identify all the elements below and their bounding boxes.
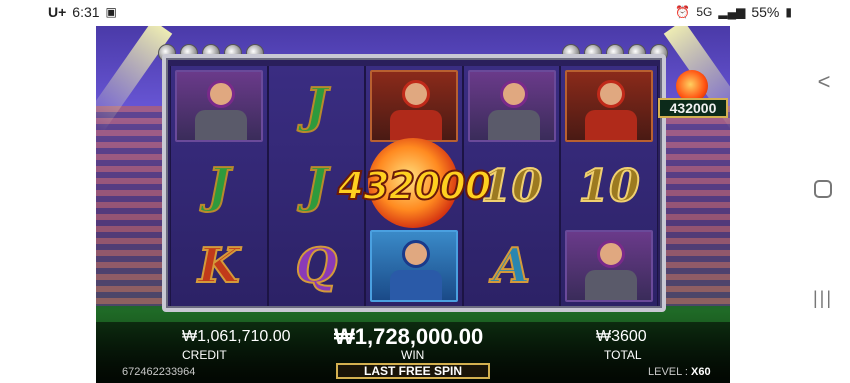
level-indicator: LEVEL : X60 (648, 366, 711, 378)
reel-cell (561, 66, 657, 146)
stadium-right (660, 106, 730, 306)
win-label: WIN (401, 348, 425, 362)
level-value: X60 (691, 366, 711, 378)
signal-icon: ▂▄▆ (718, 5, 746, 19)
last-free-spin-banner: LAST FREE SPIN (336, 363, 490, 379)
credit-amount: ₩1,061,710.00 (182, 328, 291, 345)
catcher-symbol-icon (565, 230, 654, 302)
jackpot-value: 432000 (658, 98, 728, 118)
symbol-j: J (304, 157, 329, 215)
back-icon[interactable]: < (812, 70, 836, 94)
reel-cell (171, 66, 267, 146)
spin-id: 672462233964 (122, 366, 196, 378)
status-right: ⏰ 5G ▂▄▆ 55% ▮ (675, 4, 792, 20)
reel-cell (366, 226, 462, 306)
reel-cell: J (171, 146, 267, 226)
status-bar: U+ 6:31 ▣ ⏰ 5G ▂▄▆ 55% ▮ (0, 0, 850, 26)
stadium-left (96, 106, 166, 306)
battery-icon: ▮ (785, 5, 792, 19)
bottom-bar: ₩1,061,710.00 CREDIT ₩1,728,000.00 WIN ₩… (96, 322, 730, 383)
battery-level: 55% (751, 4, 780, 20)
win-overlay-amount: 432000 (337, 163, 493, 209)
reel-cell (561, 226, 657, 306)
reel-cell: J (269, 66, 365, 146)
status-left: U+ 6:31 ▣ (48, 4, 117, 20)
symbol-10: 10 (578, 160, 641, 213)
alarm-icon: ⏰ (675, 5, 691, 19)
pitcher-symbol-icon (369, 230, 458, 302)
reel-cell: A (464, 226, 560, 306)
reel-cell: 10 (561, 146, 657, 226)
catcher-symbol-icon (467, 70, 556, 142)
carrier-label: U+ (48, 4, 67, 20)
symbol-a: A (492, 237, 531, 295)
win-amount: ₩1,728,000.00 (334, 324, 484, 349)
catcher-symbol-icon (174, 70, 263, 142)
image-icon: ▣ (105, 5, 117, 19)
level-label: LEVEL : (648, 366, 688, 378)
symbol-j: J (304, 77, 329, 135)
batter-symbol-icon (369, 70, 458, 142)
total-label: TOTAL (604, 348, 642, 362)
recents-icon[interactable]: ||| (812, 288, 834, 308)
batter-symbol-icon (565, 70, 654, 142)
symbol-k: K (197, 237, 241, 295)
total-bet-amount: ₩3600 (596, 328, 647, 345)
credit-label: CREDIT (182, 348, 227, 362)
reel-5: 10 (560, 66, 658, 306)
symbol-q: Q (294, 237, 338, 295)
reel-cell: Q (269, 226, 365, 306)
clock: 6:31 (72, 4, 100, 20)
5g-icon: 5G (696, 5, 713, 19)
reel-cell (464, 66, 560, 146)
reel-cell: K (171, 226, 267, 306)
symbol-j: J (206, 157, 231, 215)
jackpot-badge: 432000 (656, 70, 730, 128)
reel-cell (366, 66, 462, 146)
slot-game[interactable]: JKJJQA10A10 432000 432000 ₩1,061,710.00 … (96, 26, 730, 383)
reel-1: JK (170, 66, 268, 306)
home-icon[interactable] (814, 180, 832, 198)
